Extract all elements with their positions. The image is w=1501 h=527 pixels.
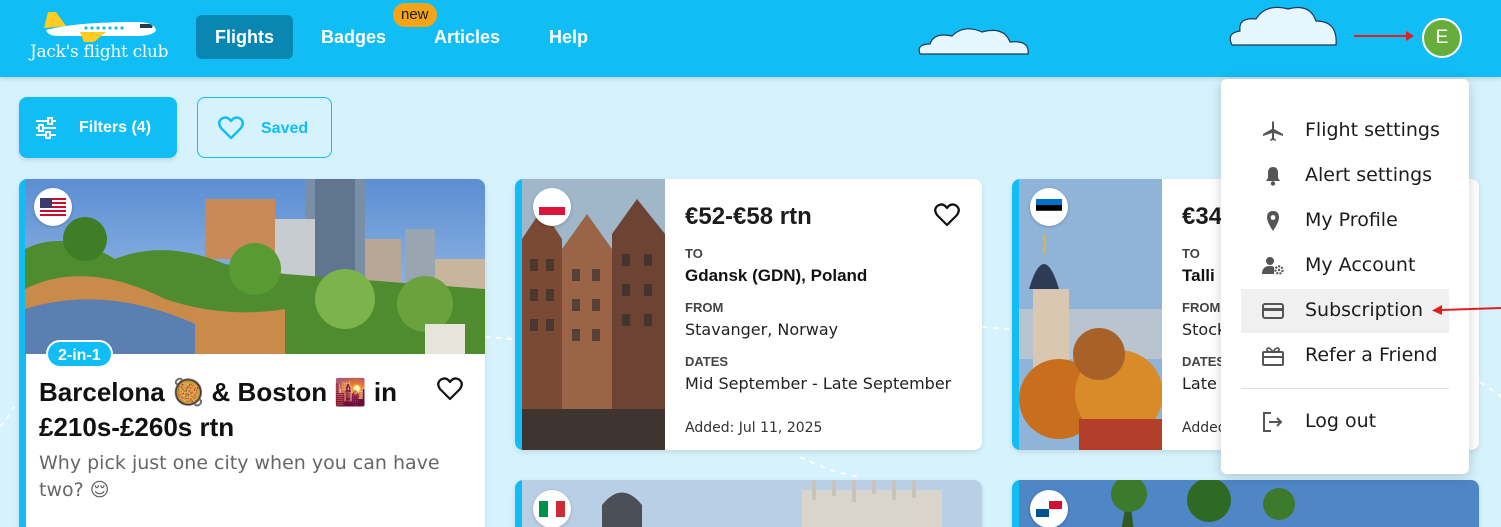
save-heart-icon[interactable]: [934, 203, 960, 227]
destination: Gdansk (GDN), Poland: [685, 266, 868, 285]
logo-text: Jack's flight club: [30, 42, 169, 62]
nav-flights[interactable]: Flights: [196, 15, 293, 59]
menu-item-label: My Account: [1305, 254, 1416, 276]
menu-item-my-profile[interactable]: My Profile: [1241, 199, 1449, 243]
origin: Stock: [1182, 320, 1227, 339]
to-label: TO: [685, 246, 703, 261]
card-accent-bar: [1012, 179, 1019, 450]
menu-item-log-out[interactable]: Log out: [1241, 400, 1449, 444]
menu-item-alert-settings[interactable]: Alert settings: [1241, 154, 1449, 198]
us-flag-icon: [34, 188, 72, 226]
menu-item-flight-settings[interactable]: Flight settings: [1241, 109, 1449, 153]
deal-price: €34: [1182, 203, 1223, 230]
heart-icon: [218, 116, 244, 140]
save-heart-icon[interactable]: [437, 377, 463, 401]
menu-item-label: Flight settings: [1305, 119, 1440, 141]
menu-item-label: Log out: [1305, 410, 1377, 432]
menu-divider: [1241, 388, 1449, 389]
annotation-arrow-icon: [1432, 305, 1501, 315]
from-label: FROM: [1182, 300, 1221, 315]
site-logo[interactable]: Jack's flight club: [28, 8, 169, 68]
airplane-logo-icon: [44, 12, 156, 42]
panama-flag-icon: [1030, 490, 1068, 527]
account-dropdown-menu: Flight settings Alert settings My Profil…: [1221, 79, 1469, 474]
card-subtitle: Why pick just one city when you can have…: [39, 452, 440, 501]
user-gear-icon: [1262, 257, 1284, 275]
nav-help[interactable]: Help: [530, 15, 607, 59]
estonia-flag-icon: [1030, 188, 1068, 226]
filters-button[interactable]: Filters (4): [19, 97, 177, 158]
deal-card-milan[interactable]: [515, 480, 982, 527]
logout-icon: [1263, 412, 1283, 432]
gift-icon: [1262, 347, 1284, 366]
menu-item-label: Refer a Friend: [1305, 344, 1438, 366]
menu-item-label: My Profile: [1305, 209, 1398, 231]
origin: Stavanger, Norway: [685, 320, 839, 339]
card-title: Barcelona 🥘 & Boston 🌇 in £210s-£260s rt…: [39, 377, 398, 442]
travel-dates: Mid September - Late September: [685, 374, 952, 393]
destination: Talli: [1182, 266, 1215, 285]
user-avatar[interactable]: E: [1422, 18, 1462, 58]
added-date: Added: Jul 11, 2025: [685, 420, 823, 436]
airplane-icon: [1263, 121, 1283, 141]
credit-card-icon: [1262, 303, 1284, 319]
menu-item-label: Subscription: [1305, 299, 1424, 321]
menu-item-my-account[interactable]: My Account: [1241, 244, 1449, 288]
nav-articles[interactable]: Articles: [415, 15, 519, 59]
menu-item-refer-a-friend[interactable]: Refer a Friend: [1241, 334, 1449, 378]
filters-label: Filters (4): [79, 119, 152, 136]
cloud-decoration-icon: [918, 28, 1029, 55]
dates-label: DATES: [685, 354, 729, 369]
deal-card-panama[interactable]: [1012, 480, 1479, 527]
added-date: Added: [1182, 420, 1227, 436]
milan-photo: [522, 480, 982, 527]
dates-label: DATES: [1182, 354, 1226, 369]
card-accent-bar: [515, 179, 522, 450]
barcelona-boston-photo: [25, 179, 485, 354]
card-accent-bar: [515, 480, 522, 527]
poland-flag-icon: [533, 188, 571, 226]
cloud-decoration-icon: [1229, 6, 1337, 46]
deal-price: €52-€58 rtn: [685, 203, 812, 230]
to-label: TO: [1182, 246, 1200, 261]
nav-badges[interactable]: Badges: [302, 15, 405, 59]
italy-flag-icon: [533, 490, 571, 527]
saved-label: Saved: [261, 120, 309, 137]
annotation-arrow-icon: [1354, 31, 1414, 41]
sliders-icon: [36, 117, 56, 139]
card-accent-bar: [1012, 480, 1019, 527]
deal-card-gdansk[interactable]: €52-€58 rtn TO Gdansk (GDN), Poland FROM…: [515, 179, 982, 450]
from-label: FROM: [685, 300, 724, 315]
saved-button[interactable]: Saved: [197, 97, 332, 158]
location-pin-icon: [1267, 211, 1279, 231]
panama-photo: [1019, 480, 1479, 527]
top-navbar: Jack's flight club Flights Badges new Ar…: [0, 0, 1501, 77]
menu-item-subscription[interactable]: Subscription: [1241, 289, 1449, 333]
menu-item-label: Alert settings: [1305, 164, 1433, 186]
two-in-one-tag: 2-in-1: [46, 340, 113, 368]
bell-icon: [1266, 167, 1280, 186]
